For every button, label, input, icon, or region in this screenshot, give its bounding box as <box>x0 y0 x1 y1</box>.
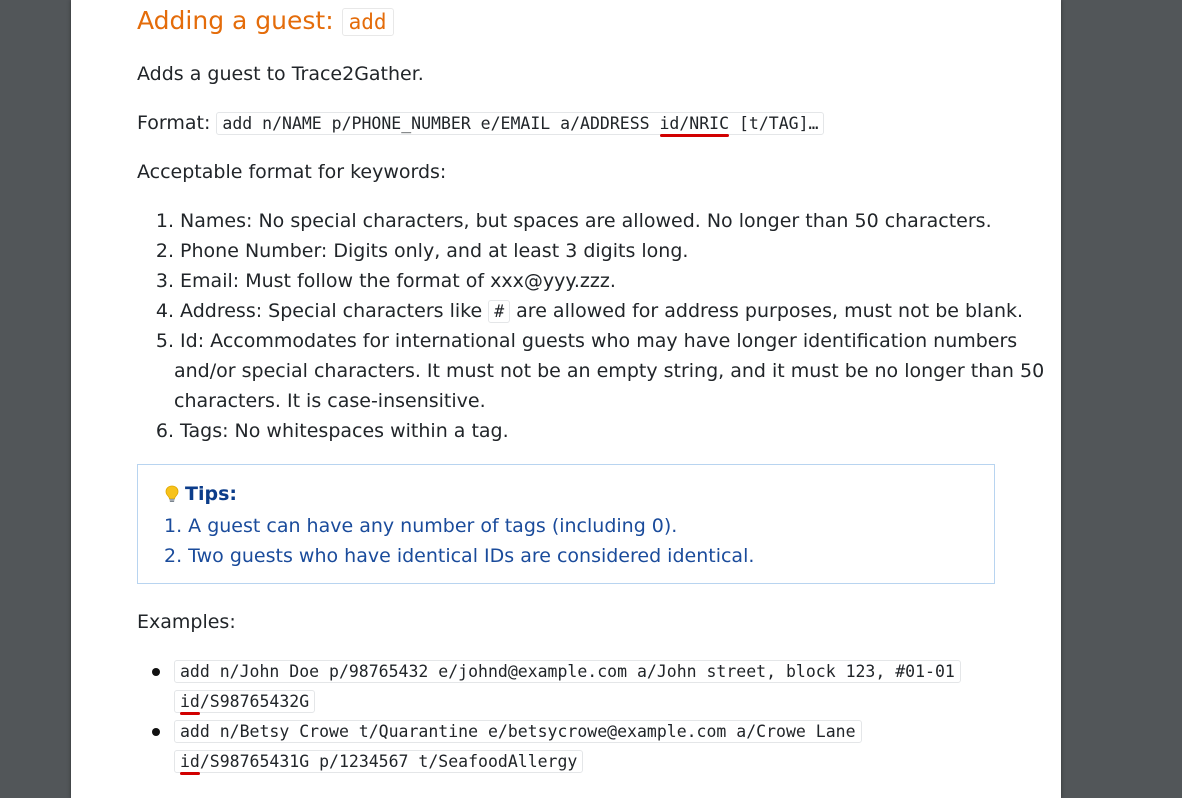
tips-heading: Tips: <box>165 483 237 505</box>
format-id-highlight: id/NRIC <box>659 114 730 137</box>
keyword-item-id-line-2: and/or special characters. It must not b… <box>174 360 1045 382</box>
hash-code: # <box>488 300 511 323</box>
format-command-start: add n/NAME p/PHONE_NUMBER e/EMAIL a/ADDR… <box>222 114 660 133</box>
list-text: Tags: No whitespaces within a tag. <box>180 420 509 442</box>
list-text: Names: No special characters, but spaces… <box>180 210 992 232</box>
keyword-item-phone: 2. Phone Number: Digits only, and at lea… <box>137 240 689 262</box>
format-line: Format: add n/NAME p/PHONE_NUMBER e/EMAI… <box>137 112 825 137</box>
example-1-id-highlight: id <box>180 692 200 715</box>
lightbulb-icon <box>165 485 179 502</box>
list-text: Email: Must follow the format of xxx@yyy… <box>180 270 616 292</box>
list-number: 6. <box>155 420 174 442</box>
keyword-item-email: 3. Email: Must follow the format of xxx@… <box>137 270 616 292</box>
examples-label: Examples: <box>137 611 236 633</box>
list-text: Phone Number: Digits only, and at least … <box>180 240 689 262</box>
list-number: 2. <box>155 240 174 262</box>
example-1-code: add n/John Doe p/98765432 e/johnd@exampl… <box>174 660 961 683</box>
keyword-item-id-line-3: characters. It is case-insensitive. <box>174 390 486 412</box>
example-2-line-2: id/S98765431G p/1234567 t/SeafoodAllergy <box>174 750 584 775</box>
tips-title: Tips: <box>185 483 237 505</box>
tip-item: 2. Two guests who have identical IDs are… <box>164 545 755 567</box>
example-2-code-cont: id/S98765431G p/1234567 t/SeafoodAllergy <box>174 750 584 775</box>
format-label: Format: <box>137 112 217 134</box>
keyword-item-address: 4. Address: Special characters like # ar… <box>137 300 1024 323</box>
section-heading: Adding a guest: add <box>137 6 394 36</box>
address-text-start: Address: Special characters like <box>180 300 489 322</box>
keyword-item-tags: 6. Tags: No whitespaces within a tag. <box>137 420 509 442</box>
heading-command-code: add <box>341 8 394 36</box>
example-1-code-cont: id/S98765432G <box>174 690 316 715</box>
list-text: Address: Special characters like # are a… <box>180 300 1024 323</box>
example-2-id-value: /S98765431G p/1234567 t/SeafoodAllergy <box>199 752 578 771</box>
heading-text: Adding a guest: <box>137 6 342 35</box>
bullet-icon <box>152 728 160 736</box>
keyword-item-id: 5. Id: Accommodates for international gu… <box>137 330 1017 352</box>
tips-box: Tips: 1. A guest can have any number of … <box>137 464 995 584</box>
list-number: 4. <box>155 300 174 322</box>
list-number: 1. <box>155 210 174 232</box>
list-text: Id: Accommodates for international guest… <box>180 330 1018 352</box>
format-command-end: [t/TAG]… <box>729 114 819 133</box>
tip-item: 1. A guest can have any number of tags (… <box>164 515 678 537</box>
keywords-intro: Acceptable format for keywords: <box>137 161 447 183</box>
bullet-icon <box>152 668 160 676</box>
format-command-code: add n/NAME p/PHONE_NUMBER e/EMAIL a/ADDR… <box>216 112 825 137</box>
example-2-id-highlight: id <box>180 752 200 775</box>
list-number: 5. <box>155 330 174 352</box>
example-2-code: add n/Betsy Crowe t/Quarantine e/betsycr… <box>174 720 862 743</box>
example-1-line-1: add n/John Doe p/98765432 e/johnd@exampl… <box>174 660 961 683</box>
keyword-item-names: 1. Names: No special characters, but spa… <box>137 210 992 232</box>
example-2-line-1: add n/Betsy Crowe t/Quarantine e/betsycr… <box>174 720 862 743</box>
example-1-id-value: /S98765432G <box>199 692 310 711</box>
document-page: Adding a guest: add Adds a guest to Trac… <box>71 0 1061 798</box>
address-text-end: are allowed for address purposes, must n… <box>510 300 1024 322</box>
example-1-line-2: id/S98765432G <box>174 690 316 715</box>
section-description: Adds a guest to Trace2Gather. <box>137 63 424 85</box>
list-number: 3. <box>155 270 174 292</box>
